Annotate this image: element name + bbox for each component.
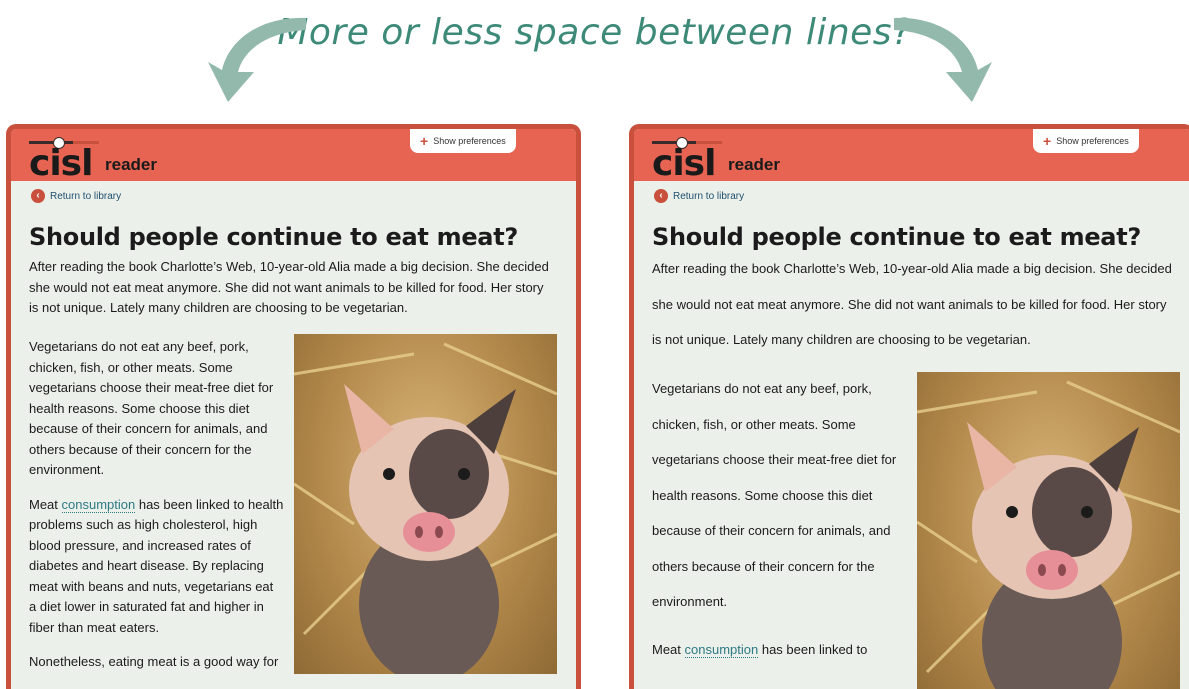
curved-arrow-right-icon	[894, 17, 992, 102]
pig-image	[294, 334, 557, 674]
return-label: Return to library	[673, 190, 745, 202]
chevron-left-icon: ‹	[31, 189, 45, 203]
intro-paragraph: After reading the book Charlotte’s Web, …	[29, 259, 549, 315]
article-title: Should people continue to eat meat?	[29, 223, 518, 251]
chevron-left-icon: ‹	[654, 189, 668, 203]
return-to-library-link[interactable]: ‹ Return to library	[654, 189, 744, 203]
text-column: Vegetarians do not eat any beef, pork, c…	[652, 371, 907, 667]
plus-icon: +	[420, 133, 429, 149]
return-to-library-link[interactable]: ‹ Return to library	[31, 189, 121, 203]
app-header: cisl reader + Show preferences	[11, 129, 576, 184]
return-label: Return to library	[50, 190, 122, 202]
show-preferences-label: Show preferences	[433, 136, 506, 146]
paragraph-vegetarians: Vegetarians do not eat any beef, pork, c…	[652, 381, 897, 609]
paragraph-vegetarians: Vegetarians do not eat any beef, pork, c…	[29, 339, 274, 477]
headline: More or less space between lines?	[277, 12, 912, 53]
pig-image	[917, 372, 1180, 689]
consumption-link[interactable]: consumption	[61, 496, 136, 513]
p2-rest: has been linked to	[758, 641, 868, 657]
curved-arrow-left-icon	[208, 17, 306, 102]
reader-panel-wide-spacing: cisl reader + Show preferences ‹ Return …	[629, 124, 1189, 689]
logo-word: cisl	[29, 143, 93, 184]
intro-paragraph: After reading the book Charlotte’s Web, …	[652, 261, 1172, 347]
p2-rest: has been linked to health problems such …	[29, 496, 284, 635]
p2-prefix: Meat	[29, 496, 62, 512]
show-preferences-button[interactable]: + Show preferences	[1033, 129, 1139, 153]
show-preferences-label: Show preferences	[1056, 136, 1129, 146]
show-preferences-button[interactable]: + Show preferences	[410, 129, 516, 153]
app-header: cisl reader + Show preferences	[634, 129, 1189, 184]
p2-prefix: Meat	[652, 641, 685, 657]
paragraph-meat-consumption: Meat consumption has been linked to	[652, 632, 907, 668]
logo-subtitle: reader	[105, 155, 157, 174]
article-title: Should people continue to eat meat?	[652, 223, 1141, 251]
consumption-link[interactable]: consumption	[684, 641, 759, 658]
text-column: Vegetarians do not eat any beef, pork, c…	[29, 337, 284, 673]
paragraph-nonetheless: Nonetheless, eating meat is a good way f…	[29, 654, 279, 669]
paragraph-meat-consumption: Meat consumption has been linked to heal…	[29, 495, 284, 639]
article: Should people continue to eat meat? Afte…	[29, 223, 554, 669]
reader-panel-normal-spacing: cisl reader + Show preferences ‹ Return …	[6, 124, 581, 689]
article: Should people continue to eat meat? Afte…	[652, 223, 1177, 658]
plus-icon: +	[1043, 133, 1052, 149]
logo-word: cisl	[652, 143, 716, 184]
logo-subtitle: reader	[728, 155, 780, 174]
